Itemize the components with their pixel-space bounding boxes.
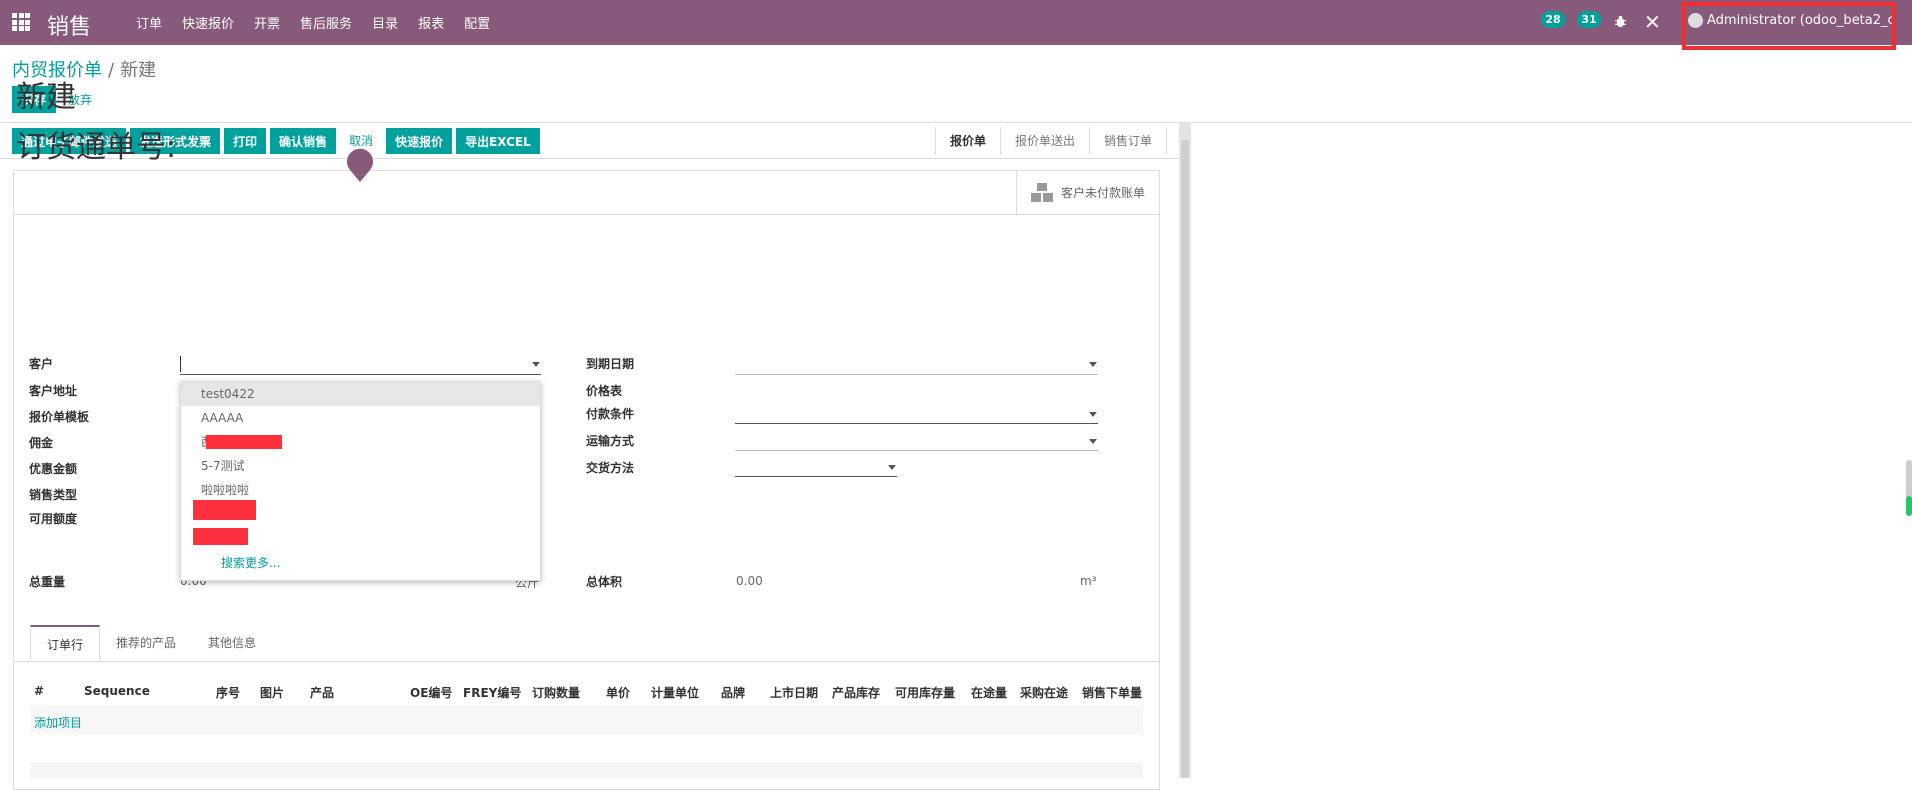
search-more-link[interactable]: 搜索更多... <box>221 554 280 571</box>
tab-divider <box>13 661 1160 662</box>
tab-other-info[interactable]: 其他信息 <box>192 625 272 662</box>
col-unit-price[interactable]: 单价 <box>606 684 630 701</box>
bug-icon[interactable] <box>1614 15 1627 28</box>
col-available-stock[interactable]: 可用库存量 <box>895 684 955 701</box>
statusbar-divider <box>0 158 1190 159</box>
dropdown-item[interactable]: test0422 <box>181 382 540 406</box>
col-stock[interactable]: 产品库存 <box>832 684 880 701</box>
col-sales-ordered[interactable]: 销售下单量 <box>1082 684 1142 701</box>
breadcrumb-current: 新建 <box>120 60 157 81</box>
record-title: 新建 <box>16 80 76 115</box>
customer-autocomplete: test0422 AAAAA 西 5-7测试 啦啦啦啦 搜索更多... <box>180 381 541 581</box>
label-delivery-method: 交货方法 <box>586 461 635 475</box>
map-pin-icon <box>347 148 373 182</box>
export-excel-button[interactable]: 导出EXCEL <box>456 128 540 154</box>
top-menu: 订单 快速报价 开票 售后服务 目录 报表 配置 <box>136 0 490 45</box>
notebook-tabs: 订单行 推荐的产品 其他信息 <box>30 625 272 662</box>
label-due-date: 到期日期 <box>586 357 635 371</box>
col-launch-date[interactable]: 上市日期 <box>770 684 818 701</box>
top-navbar: 销售 订单 快速报价 开票 售后服务 目录 报表 配置 28 31 ✕ Admi… <box>0 0 1912 45</box>
menu-quick-quote[interactable]: 快速报价 <box>182 13 234 32</box>
print-button[interactable]: 打印 <box>224 128 267 154</box>
redaction-mark <box>193 528 248 545</box>
label-sale-type: 销售类型 <box>29 488 78 502</box>
text-cursor <box>180 356 181 372</box>
breadcrumb-separator: / <box>108 60 115 81</box>
col-order-qty[interactable]: 订购数量 <box>532 684 580 701</box>
col-sequence[interactable]: Sequence <box>84 684 150 698</box>
col-product[interactable]: 产品 <box>310 684 334 701</box>
menu-reports[interactable]: 报表 <box>418 13 444 32</box>
messages-badge[interactable]: 28 <box>1541 11 1565 28</box>
menu-invoicing[interactable]: 开票 <box>254 13 280 32</box>
col-in-transit[interactable]: 在途量 <box>971 684 1007 701</box>
col-image[interactable]: 图片 <box>260 684 284 701</box>
dropdown-item[interactable]: 啦啦啦啦 <box>181 478 540 502</box>
add-item-link[interactable]: 添加项目 <box>34 714 82 731</box>
stage-quotation[interactable]: 报价单 <box>936 127 1002 155</box>
chevron-down-icon[interactable] <box>1089 412 1097 417</box>
col-oe-number[interactable]: OE编号 <box>410 684 452 701</box>
label-customer-address: 客户地址 <box>29 384 78 398</box>
menu-orders[interactable]: 订单 <box>136 13 162 32</box>
order-lines-header: # Sequence 序号 图片 产品 OE编号 FREY编号 订购数量 单价 … <box>30 684 1143 704</box>
smart-button-box: 客户未付款账单 <box>14 171 1159 215</box>
chevron-down-icon[interactable] <box>888 465 896 470</box>
menu-after-sales[interactable]: 售后服务 <box>300 13 352 32</box>
quick-quote-button[interactable]: 快速报价 <box>386 128 453 154</box>
label-shipping-method: 运输方式 <box>586 434 635 448</box>
col-frey-number[interactable]: FREY编号 <box>463 684 521 701</box>
stage-sales-order[interactable]: 销售订单 <box>1090 127 1168 155</box>
shipping-method-input[interactable] <box>735 450 1098 451</box>
tab-order-lines[interactable]: 订单行 <box>30 625 101 662</box>
chevron-down-icon[interactable] <box>1089 439 1097 444</box>
dropdown-item[interactable]: AAAAA <box>181 406 540 430</box>
chevron-down-icon[interactable] <box>1089 362 1097 367</box>
apps-grid-icon[interactable] <box>12 13 30 31</box>
app-title: 销售 <box>47 15 92 40</box>
cubes-icon <box>1031 182 1053 202</box>
divider <box>0 122 1912 123</box>
order-number-label: 订货通单号: <box>16 130 177 165</box>
unpaid-invoices-button[interactable]: 客户未付款账单 <box>1016 171 1159 214</box>
volume-unit: m³ <box>1080 574 1097 588</box>
confirm-sale-button[interactable]: 确认销售 <box>270 128 337 154</box>
col-brand[interactable]: 品牌 <box>721 684 745 701</box>
add-line-row <box>30 706 1143 734</box>
scrollbar-thumb[interactable] <box>1181 140 1189 778</box>
label-total-volume: 总体积 <box>586 575 623 589</box>
customer-input[interactable] <box>180 374 541 375</box>
col-uom[interactable]: 计量单位 <box>651 684 699 701</box>
smart-button-label: 客户未付款账单 <box>1061 186 1146 200</box>
label-available-credit: 可用额度 <box>29 512 78 526</box>
payment-terms-input[interactable] <box>735 423 1098 424</box>
label-customer: 客户 <box>29 357 54 371</box>
label-quote-template: 报价单模板 <box>29 410 90 424</box>
delivery-method-input[interactable] <box>735 476 897 477</box>
notes-area <box>30 762 1143 778</box>
label-commission: 佣金 <box>29 436 54 450</box>
chevron-down-icon[interactable] <box>532 362 540 367</box>
menu-config[interactable]: 配置 <box>464 13 490 32</box>
stage-bar: 报价单 报价单送出 销售订单 <box>935 127 1168 155</box>
label-payment-terms: 付款条件 <box>586 407 635 421</box>
stage-quotation-sent[interactable]: 报价单送出 <box>1001 127 1091 155</box>
activities-badge[interactable]: 31 <box>1577 11 1601 28</box>
label-total-weight: 总重量 <box>29 575 66 589</box>
col-index[interactable]: # <box>34 684 44 698</box>
col-serial[interactable]: 序号 <box>216 684 240 701</box>
label-pricelist: 价格表 <box>586 384 623 398</box>
dropdown-item[interactable]: 5-7测试 <box>181 454 540 478</box>
tab-recommended-products[interactable]: 推荐的产品 <box>100 625 192 662</box>
col-purchase-transit[interactable]: 采购在途 <box>1020 684 1068 701</box>
label-discount: 优惠金额 <box>29 462 78 476</box>
side-scroll-indicator <box>1906 496 1912 516</box>
menu-catalog[interactable]: 目录 <box>372 13 398 32</box>
highlight-box <box>1682 2 1896 50</box>
total-volume-value: 0.00 <box>736 574 763 588</box>
close-icon[interactable]: ✕ <box>1644 12 1661 32</box>
redaction-mark <box>206 435 282 449</box>
due-date-input[interactable] <box>735 374 1098 375</box>
redaction-mark <box>193 500 256 520</box>
